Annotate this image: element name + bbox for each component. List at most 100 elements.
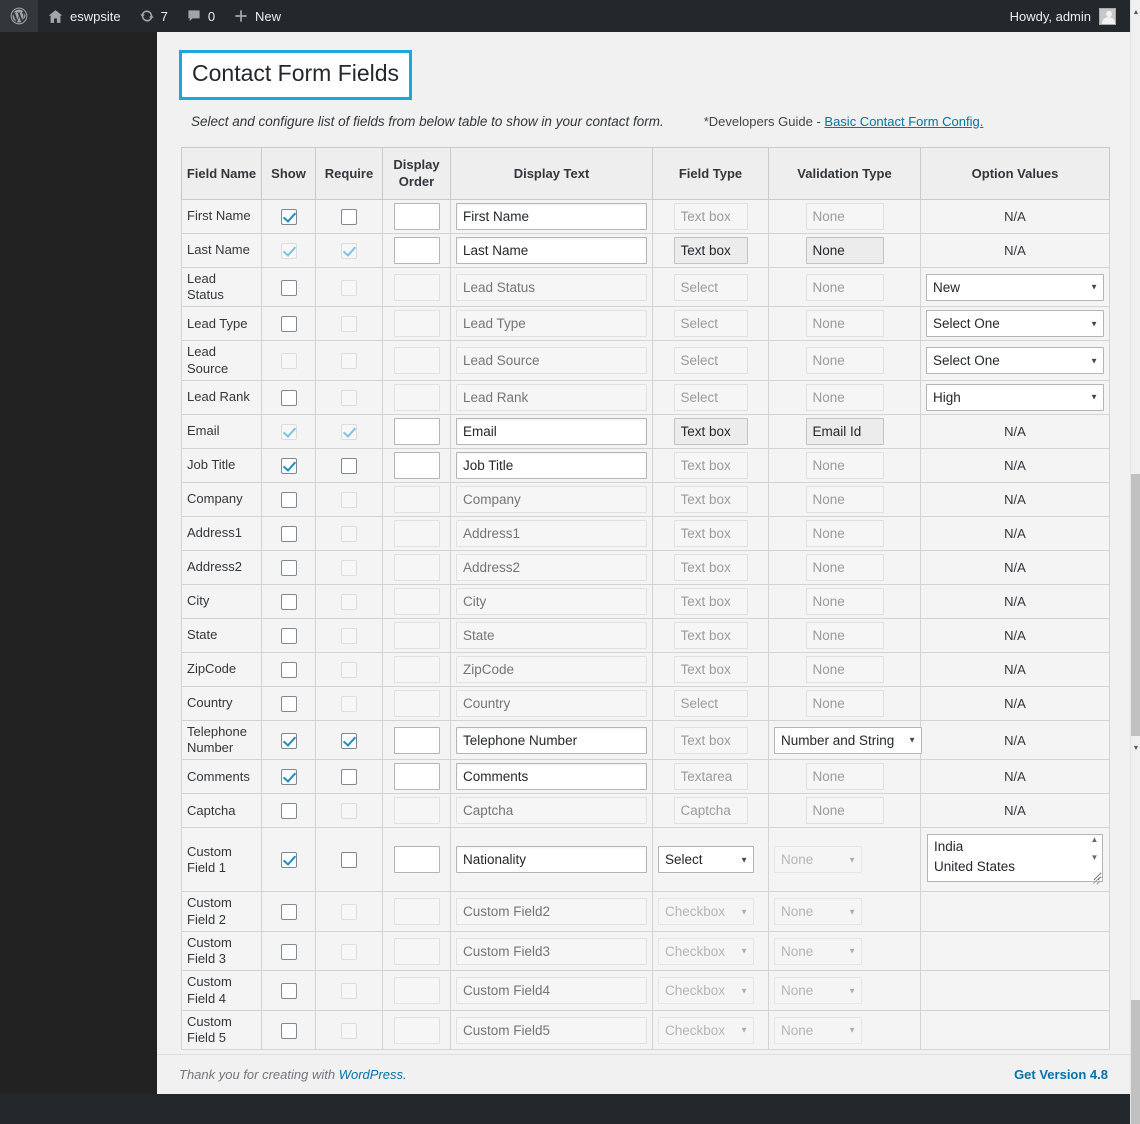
show-checkbox[interactable] [280, 208, 297, 225]
option-values-textarea[interactable] [927, 834, 1103, 883]
user-avatar-icon [1099, 7, 1116, 25]
show-checkbox[interactable] [280, 769, 297, 786]
field-type-value [673, 273, 748, 301]
show-checkbox[interactable] [280, 559, 297, 576]
show-checkbox[interactable] [280, 457, 297, 474]
scroll-up-arrow-icon[interactable]: ▲ [1131, 6, 1140, 18]
basic-contact-form-config-link[interactable]: Basic Contact Form Config. [824, 114, 983, 129]
display-order-input[interactable] [393, 763, 440, 791]
my-account-menu[interactable]: Howdy, admin [1001, 0, 1130, 32]
show-checkbox[interactable] [280, 491, 297, 508]
display-text-input[interactable] [456, 202, 647, 230]
scrollbar-thumb-lower[interactable] [1131, 1000, 1140, 1124]
show-checkbox[interactable] [280, 279, 297, 296]
require-checkbox[interactable] [341, 732, 357, 749]
show-checkbox[interactable] [280, 983, 297, 1000]
cell-show [261, 413, 316, 449]
validation-type-value [805, 621, 884, 649]
cell-show [261, 827, 316, 893]
cell-display-text [450, 306, 653, 342]
site-name-menu[interactable]: eswpsite [38, 0, 130, 32]
show-checkbox[interactable] [280, 803, 297, 820]
field-type-value [673, 451, 748, 479]
require-checkbox[interactable] [341, 852, 357, 869]
option-values-select[interactable]: High [926, 383, 1104, 411]
validation-type-select[interactable]: Number and String [774, 726, 922, 754]
cell-field-type [652, 306, 769, 342]
cell-require [315, 719, 383, 761]
cell-display-text [450, 685, 653, 721]
display-order-input[interactable] [393, 417, 440, 445]
show-checkbox[interactable] [280, 1022, 297, 1039]
show-checkbox[interactable] [280, 593, 297, 610]
wordpress-logo-menu[interactable] [0, 0, 38, 32]
comments-menu[interactable]: 0 [177, 0, 224, 32]
cell-validation-type [768, 266, 921, 308]
show-checkbox[interactable] [280, 525, 297, 542]
cell-display-order [382, 413, 451, 449]
cell-require [315, 515, 383, 551]
new-content-menu[interactable]: New [224, 0, 290, 32]
show-checkbox[interactable] [280, 316, 297, 333]
cell-require [315, 306, 383, 342]
option-values-select[interactable]: New [926, 273, 1104, 301]
cell-validation-type [768, 447, 921, 483]
require-checkbox[interactable] [341, 457, 357, 474]
wordpress-link[interactable]: WordPress. [339, 1067, 407, 1082]
cell-display-order [382, 549, 451, 585]
cell-field-name: Comments [181, 759, 262, 795]
display-order-input[interactable] [393, 726, 440, 754]
contact-form-fields-table: Field Name Show Require Display Order Di… [181, 146, 1110, 1051]
require-checkbox[interactable] [341, 769, 357, 786]
cell-display-order [382, 719, 451, 761]
cell-field-name: Last Name [181, 232, 262, 268]
cell-field-name: Lead Type [181, 306, 262, 342]
cell-show [261, 930, 316, 972]
field-type-select-wrap: Checkbox [658, 977, 754, 1005]
show-checkbox[interactable] [280, 852, 297, 869]
display-text-input[interactable] [456, 236, 647, 264]
cell-display-text [450, 379, 653, 415]
get-version-link[interactable]: Get Version 4.8 [1014, 1067, 1108, 1082]
table-row: Country N/A [181, 685, 1110, 721]
display-text-input[interactable] [456, 726, 647, 754]
cell-field-type [652, 583, 769, 619]
display-order-input[interactable] [393, 202, 440, 230]
show-checkbox[interactable] [280, 389, 297, 406]
cell-display-order [382, 306, 451, 342]
option-values-select[interactable]: Select One [926, 310, 1104, 338]
display-text-input[interactable] [456, 763, 647, 791]
option-values-select[interactable]: Select One [926, 347, 1104, 375]
updates-menu[interactable]: 7 [130, 0, 177, 32]
display-order-input[interactable] [393, 846, 440, 874]
show-checkbox[interactable] [280, 661, 297, 678]
cell-require [315, 1009, 383, 1051]
display-order-input[interactable] [393, 236, 440, 264]
cell-field-type [652, 617, 769, 653]
field-type-value [673, 347, 748, 375]
table-row: Telephone Number Number and StringN/A [181, 719, 1110, 761]
admin-sidebar-menu[interactable] [0, 32, 157, 1124]
show-checkbox[interactable] [280, 695, 297, 712]
scroll-down-arrow-icon[interactable]: ▼ [1131, 742, 1140, 754]
display-text-input[interactable] [456, 451, 647, 479]
cell-display-order [382, 651, 451, 687]
display-text-input[interactable] [456, 846, 647, 874]
display-text-input [456, 977, 647, 1005]
field-type-select[interactable]: Select [658, 846, 754, 874]
scrollbar-thumb[interactable] [1131, 474, 1140, 736]
display-order-input[interactable] [393, 451, 440, 479]
show-checkbox[interactable] [280, 904, 297, 921]
validation-type-value [805, 797, 884, 825]
show-checkbox[interactable] [280, 627, 297, 644]
cell-display-order [382, 198, 451, 234]
cell-require [315, 447, 383, 483]
require-checkbox[interactable] [341, 208, 357, 225]
page-scrollbar[interactable]: ▲ ▼ [1130, 0, 1140, 1124]
show-checkbox[interactable] [280, 732, 297, 749]
cell-field-type [652, 685, 769, 721]
validation-type-value [805, 236, 884, 264]
display-text-input[interactable] [456, 417, 647, 445]
cell-require [315, 583, 383, 619]
show-checkbox[interactable] [280, 943, 297, 960]
